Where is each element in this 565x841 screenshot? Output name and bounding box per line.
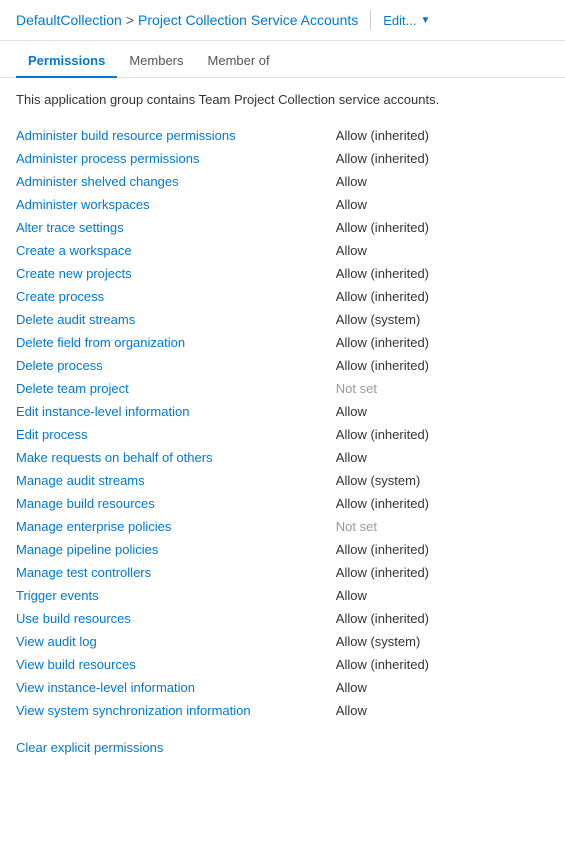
breadcrumb-current[interactable]: Project Collection Service Accounts xyxy=(138,12,358,28)
permission-name[interactable]: Manage build resources xyxy=(16,492,336,515)
table-row: Administer build resource permissionsAll… xyxy=(16,124,549,147)
main-content: This application group contains Team Pro… xyxy=(0,78,565,767)
permission-name[interactable]: Create new projects xyxy=(16,262,336,285)
table-row: Delete field from organizationAllow (inh… xyxy=(16,331,549,354)
table-row: Create a workspaceAllow xyxy=(16,239,549,262)
breadcrumb-collection[interactable]: DefaultCollection xyxy=(16,12,122,28)
permission-value: Allow (system) xyxy=(336,630,549,653)
permission-name[interactable]: Administer workspaces xyxy=(16,193,336,216)
permission-name[interactable]: View instance-level information xyxy=(16,676,336,699)
table-row: View build resourcesAllow (inherited) xyxy=(16,653,549,676)
permission-name[interactable]: Manage enterprise policies xyxy=(16,515,336,538)
table-row: Delete team projectNot set xyxy=(16,377,549,400)
table-row: Manage test controllersAllow (inherited) xyxy=(16,561,549,584)
permissions-table: Administer build resource permissionsAll… xyxy=(16,124,549,722)
permission-value: Allow (inherited) xyxy=(336,285,549,308)
permission-value: Allow (inherited) xyxy=(336,216,549,239)
permission-value: Allow xyxy=(336,584,549,607)
table-row: Manage audit streamsAllow (system) xyxy=(16,469,549,492)
permission-name[interactable]: Create process xyxy=(16,285,336,308)
permission-name[interactable]: View audit log xyxy=(16,630,336,653)
permission-name[interactable]: Trigger events xyxy=(16,584,336,607)
permission-name[interactable]: Edit process xyxy=(16,423,336,446)
permission-value: Allow (inherited) xyxy=(336,538,549,561)
permission-name[interactable]: Manage pipeline policies xyxy=(16,538,336,561)
tab-members[interactable]: Members xyxy=(117,45,195,78)
permission-value: Allow xyxy=(336,446,549,469)
permission-name[interactable]: Create a workspace xyxy=(16,239,336,262)
permission-value: Allow xyxy=(336,699,549,722)
table-row: Trigger eventsAllow xyxy=(16,584,549,607)
permission-value: Allow (system) xyxy=(336,308,549,331)
table-row: Delete audit streamsAllow (system) xyxy=(16,308,549,331)
table-row: View audit logAllow (system) xyxy=(16,630,549,653)
permission-value: Allow xyxy=(336,400,549,423)
header: DefaultCollection > Project Collection S… xyxy=(0,0,565,41)
permission-value: Allow (system) xyxy=(336,469,549,492)
table-row: Create new projectsAllow (inherited) xyxy=(16,262,549,285)
chevron-down-icon: ▼ xyxy=(421,15,431,26)
permission-name[interactable]: Manage audit streams xyxy=(16,469,336,492)
table-row: Administer workspacesAllow xyxy=(16,193,549,216)
table-row: Delete processAllow (inherited) xyxy=(16,354,549,377)
header-divider xyxy=(370,10,371,30)
table-row: Administer process permissionsAllow (inh… xyxy=(16,147,549,170)
permission-name[interactable]: View system synchronization information xyxy=(16,699,336,722)
table-row: Edit processAllow (inherited) xyxy=(16,423,549,446)
permission-name[interactable]: Delete process xyxy=(16,354,336,377)
permission-name[interactable]: Delete field from organization xyxy=(16,331,336,354)
permission-value: Allow (inherited) xyxy=(336,492,549,515)
permission-value: Allow (inherited) xyxy=(336,124,549,147)
permission-name[interactable]: Administer build resource permissions xyxy=(16,124,336,147)
permission-value: Allow (inherited) xyxy=(336,607,549,630)
permission-value: Allow (inherited) xyxy=(336,561,549,584)
breadcrumb: DefaultCollection > Project Collection S… xyxy=(16,12,358,28)
table-row: Alter trace settingsAllow (inherited) xyxy=(16,216,549,239)
table-row: Manage pipeline policiesAllow (inherited… xyxy=(16,538,549,561)
table-row: Create processAllow (inherited) xyxy=(16,285,549,308)
permission-value: Allow (inherited) xyxy=(336,147,549,170)
table-row: Use build resourcesAllow (inherited) xyxy=(16,607,549,630)
description-text: This application group contains Team Pro… xyxy=(16,90,549,110)
permission-value: Allow (inherited) xyxy=(336,331,549,354)
permission-value: Allow (inherited) xyxy=(336,653,549,676)
permission-value: Allow xyxy=(336,170,549,193)
table-row: Edit instance-level informationAllow xyxy=(16,400,549,423)
table-row: Manage build resourcesAllow (inherited) xyxy=(16,492,549,515)
edit-button[interactable]: Edit... ▼ xyxy=(383,13,430,28)
permission-value: Allow xyxy=(336,676,549,699)
permission-value: Not set xyxy=(336,377,549,400)
permission-value: Allow xyxy=(336,193,549,216)
permission-name[interactable]: Alter trace settings xyxy=(16,216,336,239)
table-row: Manage enterprise policiesNot set xyxy=(16,515,549,538)
table-row: Make requests on behalf of othersAllow xyxy=(16,446,549,469)
permission-name[interactable]: View build resources xyxy=(16,653,336,676)
permission-name[interactable]: Edit instance-level information xyxy=(16,400,336,423)
permission-name[interactable]: Make requests on behalf of others xyxy=(16,446,336,469)
permission-value: Allow xyxy=(336,239,549,262)
permission-name[interactable]: Manage test controllers xyxy=(16,561,336,584)
permission-name[interactable]: Administer process permissions xyxy=(16,147,336,170)
tab-member-of[interactable]: Member of xyxy=(196,45,282,78)
tab-bar: PermissionsMembersMember of xyxy=(0,45,565,78)
permission-value: Allow (inherited) xyxy=(336,262,549,285)
permission-value: Allow (inherited) xyxy=(336,423,549,446)
table-row: View system synchronization informationA… xyxy=(16,699,549,722)
permission-name[interactable]: Administer shelved changes xyxy=(16,170,336,193)
breadcrumb-separator: > xyxy=(126,12,134,28)
edit-label: Edit... xyxy=(383,13,416,28)
tab-permissions[interactable]: Permissions xyxy=(16,45,117,78)
permission-name[interactable]: Use build resources xyxy=(16,607,336,630)
permission-value: Not set xyxy=(336,515,549,538)
table-row: View instance-level informationAllow xyxy=(16,676,549,699)
permission-name[interactable]: Delete audit streams xyxy=(16,308,336,331)
permission-name[interactable]: Delete team project xyxy=(16,377,336,400)
clear-explicit-permissions-link[interactable]: Clear explicit permissions xyxy=(16,740,163,755)
permission-value: Allow (inherited) xyxy=(336,354,549,377)
table-row: Administer shelved changesAllow xyxy=(16,170,549,193)
